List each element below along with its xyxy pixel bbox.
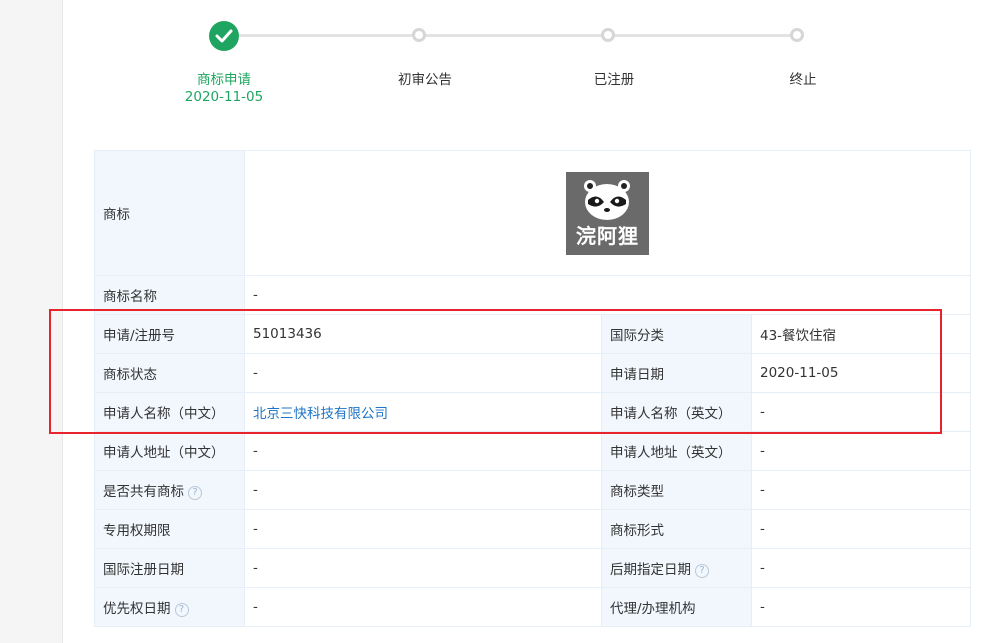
step-label-initial-announcement: 初审公告 <box>398 72 452 88</box>
key-tm-type: 商标类型 <box>601 470 752 510</box>
value-address-en: - <box>750 431 972 471</box>
key-later-designation: 后期指定日期 <box>610 562 691 578</box>
value-tm-form: - <box>750 509 972 549</box>
help-question-icon[interactable]: ? <box>174 603 189 617</box>
key-applicant-cn: 申请人名称（中文） <box>94 392 245 432</box>
key-apply-date: 申请日期 <box>601 353 752 393</box>
progress-steps: 商标申请 2020-11-05 初审公告 已注册 终止 <box>0 0 985 120</box>
value-tm-type: - <box>750 470 972 510</box>
key-intl-class: 国际分类 <box>601 314 752 354</box>
step-done-check-icon <box>209 21 239 51</box>
table-row: 国际注册日期 - 后期指定日期? - <box>94 548 972 588</box>
value-reg-no: 51013436 <box>244 314 602 354</box>
step-dot-registered <box>601 28 615 42</box>
step-dot-terminated <box>790 28 804 42</box>
value-status: - <box>244 353 602 393</box>
value-priority-date: - <box>244 587 602 627</box>
step-label-application: 商标申请 <box>197 72 251 88</box>
table-row: 专用权期限 - 商标形式 - <box>94 509 972 549</box>
value-address-cn: - <box>244 431 602 471</box>
table-row: 申请人名称（中文） 北京三快科技有限公司 申请人名称（英文） - <box>94 392 972 432</box>
value-later-designation: - <box>750 548 972 588</box>
key-trademark: 商标 <box>94 150 245 276</box>
value-applicant-cn-cell: 北京三快科技有限公司 <box>244 392 602 432</box>
value-exclusive-period: - <box>244 509 602 549</box>
trademark-logo-image[interactable]: 浣阿狸 <box>566 171 649 255</box>
key-agent: 代理/办理机构 <box>601 587 752 627</box>
key-trademark-name: 商标名称 <box>94 275 245 315</box>
key-status: 商标状态 <box>94 353 245 393</box>
table-row: 申请人地址（中文） - 申请人地址（英文） - <box>94 431 972 471</box>
table-row: 商标 浣阿狸 <box>94 150 972 276</box>
value-shared: - <box>244 470 602 510</box>
value-trademark-name: - <box>243 275 972 315</box>
table-row: 申请/注册号 51013436 国际分类 43-餐饮住宿 <box>94 314 972 354</box>
key-shared-cell: 是否共有商标? <box>94 470 245 510</box>
help-question-icon[interactable]: ? <box>188 486 202 500</box>
key-tm-form: 商标形式 <box>601 509 752 549</box>
table-row: 是否共有商标? - 商标类型 - <box>94 470 972 510</box>
help-question-icon[interactable]: ? <box>695 564 709 578</box>
value-apply-date: 2020-11-05 <box>750 353 972 393</box>
value-applicant-en: - <box>750 392 972 432</box>
key-address-en: 申请人地址（英文） <box>601 431 752 471</box>
table-row: 商标名称 - <box>94 275 972 315</box>
trademark-image-cell: 浣阿狸 <box>243 150 972 276</box>
value-intl-reg-date: - <box>244 548 602 588</box>
applicant-cn-link[interactable]: 北京三快科技有限公司 <box>253 406 388 422</box>
key-exclusive-period: 专用权期限 <box>94 509 245 549</box>
key-priority-date-cell: 优先权日期? <box>94 587 245 627</box>
key-shared: 是否共有商标 <box>103 484 184 500</box>
table-row: 优先权日期? - 代理/办理机构 - <box>94 587 972 627</box>
value-agent: - <box>750 587 972 627</box>
value-intl-class: 43-餐饮住宿 <box>750 314 972 354</box>
key-intl-reg-date: 国际注册日期 <box>94 548 245 588</box>
key-priority-date: 优先权日期 <box>103 601 171 617</box>
progress-track <box>239 34 795 37</box>
step-label-terminated: 终止 <box>789 72 817 88</box>
step-dot-initial-announcement <box>412 28 426 42</box>
key-later-designation-cell: 后期指定日期? <box>601 548 752 588</box>
trademark-info-table: 商标 浣阿狸 商标名称 - 申请/注册号 51013436 国际分类 43-餐饮… <box>94 150 972 627</box>
key-reg-no: 申请/注册号 <box>94 314 245 354</box>
step-label-registered: 已注册 <box>593 72 635 88</box>
key-applicant-en: 申请人名称（英文） <box>601 392 752 432</box>
key-address-cn: 申请人地址（中文） <box>94 431 245 471</box>
step-date-application: 2020-11-05 <box>184 89 264 105</box>
table-row: 商标状态 - 申请日期 2020-11-05 <box>94 353 972 393</box>
trademark-logo-text: 浣阿狸 <box>576 223 639 248</box>
